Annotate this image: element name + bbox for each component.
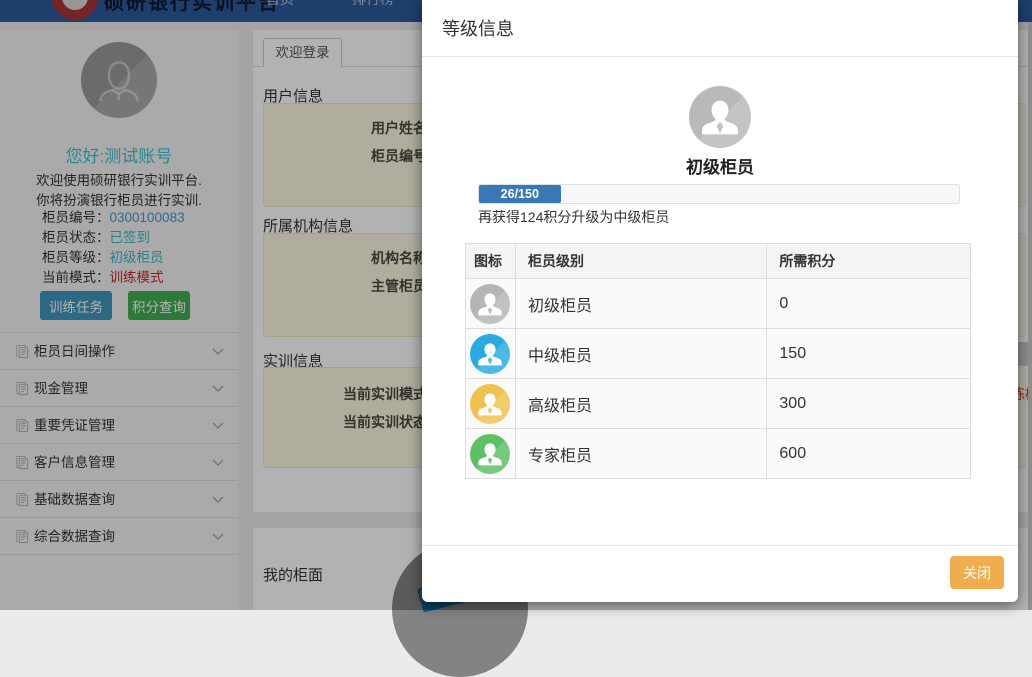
level-progress-fill: 26/150 xyxy=(479,185,561,203)
level-table: 图标 柜员级别 所需积分 初级柜员 0 中级柜员 150 xyxy=(465,243,971,479)
points-cell: 0 xyxy=(767,279,971,329)
header-points: 所需积分 xyxy=(767,244,971,279)
intermediate-teller-avatar-icon xyxy=(470,334,510,374)
table-row: 中级柜员 150 xyxy=(466,329,971,379)
level-cell: 专家柜员 xyxy=(515,429,766,479)
level-table-header-row: 图标 柜员级别 所需积分 xyxy=(466,244,971,279)
upgrade-hint-text: 再获得124积分升级为中级柜员 xyxy=(478,207,669,227)
current-level-name: 初级柜员 xyxy=(422,153,1018,178)
header-level: 柜员级别 xyxy=(515,244,766,279)
close-button[interactable]: 关闭 xyxy=(950,556,1004,589)
current-level-avatar xyxy=(689,86,751,148)
level-progress-bar: 26/150 xyxy=(478,184,960,204)
points-cell: 150 xyxy=(767,329,971,379)
table-row: 专家柜员 600 xyxy=(466,429,971,479)
expert-teller-avatar-icon xyxy=(470,434,510,474)
modal-header: 等级信息 xyxy=(422,0,1018,57)
level-cell: 中级柜员 xyxy=(515,329,766,379)
level-cell: 高级柜员 xyxy=(515,379,766,429)
table-row: 初级柜员 0 xyxy=(466,279,971,329)
points-cell: 300 xyxy=(767,379,971,429)
header-icon: 图标 xyxy=(466,244,516,279)
table-row: 高级柜员 300 xyxy=(466,379,971,429)
level-info-modal: 等级信息 初级柜员 26/150 再获得124积分升级为中级柜员 图标 柜员级别… xyxy=(422,0,1018,602)
person-icon xyxy=(694,91,746,143)
modal-footer: 关闭 xyxy=(422,545,1018,602)
senior-teller-avatar-icon xyxy=(470,384,510,424)
points-cell: 600 xyxy=(767,429,971,479)
modal-body: 初级柜员 26/150 再获得124积分升级为中级柜员 图标 柜员级别 所需积分… xyxy=(422,57,1018,545)
level-cell: 初级柜员 xyxy=(515,279,766,329)
junior-teller-avatar-icon xyxy=(470,284,510,324)
modal-title: 等级信息 xyxy=(442,15,514,41)
